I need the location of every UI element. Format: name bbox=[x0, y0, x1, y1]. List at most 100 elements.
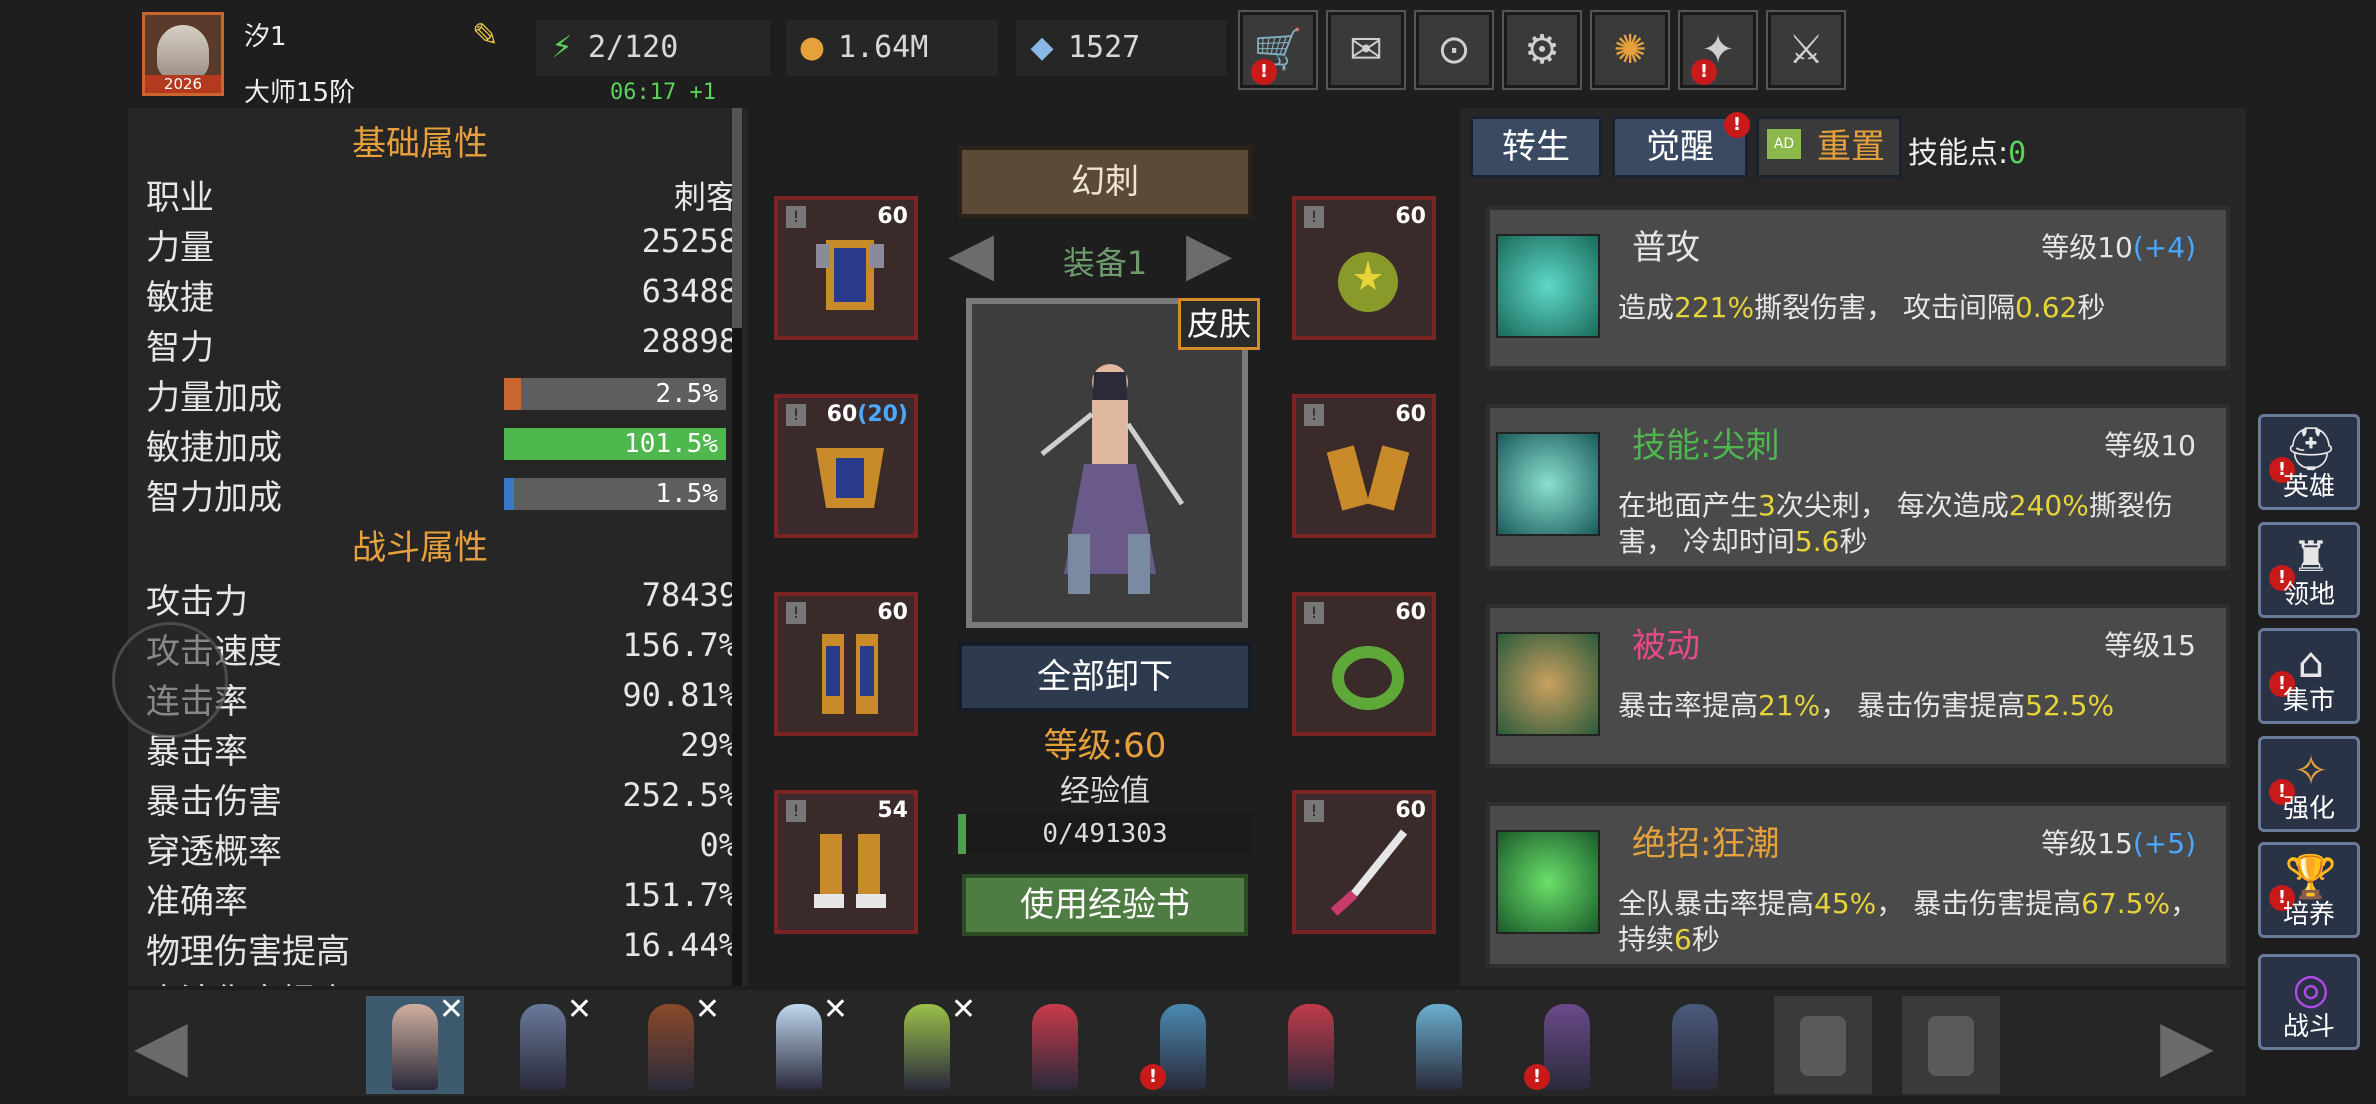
nav-battle[interactable]: ◎ 战斗 bbox=[2258, 954, 2360, 1050]
roster-hero[interactable]: ! bbox=[1134, 996, 1232, 1094]
skill-card-basic-attack[interactable]: 普攻 等级10(+4) 造成221%撕裂伤害， 攻击间隔0.62秒 bbox=[1486, 206, 2230, 370]
reset-skills-button[interactable]: AD 重置 bbox=[1756, 116, 1902, 178]
energy-timer: 06:17 +1 bbox=[610, 80, 716, 105]
bonus-label: 智力加成 bbox=[146, 478, 282, 518]
shop-button[interactable]: 🛒! bbox=[1238, 10, 1318, 90]
nav-cultivate[interactable]: 🏆! 培养 bbox=[2258, 842, 2360, 938]
unequip-all-button[interactable]: 全部卸下 bbox=[958, 642, 1252, 712]
stats-scrollbar[interactable] bbox=[732, 108, 742, 986]
skin-button[interactable]: 皮肤 bbox=[1178, 298, 1260, 350]
hero-sprite bbox=[520, 1004, 566, 1090]
equip-slot-ring[interactable]: ! 60 bbox=[1292, 592, 1436, 736]
equip-slot-legs[interactable]: ! 60 bbox=[774, 592, 918, 736]
ultimate-skill-icon bbox=[1496, 830, 1600, 934]
item-level: 60 bbox=[1395, 798, 1426, 823]
lock-icon: ! bbox=[1304, 206, 1324, 228]
bonus-bar: 1.5% bbox=[504, 478, 726, 510]
edit-name-icon[interactable]: ✎ bbox=[472, 18, 506, 52]
equip-slot-shoulder[interactable]: ! 60(20) bbox=[774, 394, 918, 538]
exp-bar: 0/491303 bbox=[958, 814, 1252, 854]
equip-slot-chest[interactable]: ! 60 bbox=[774, 196, 918, 340]
equip-slot-gloves[interactable]: ! 60 bbox=[1292, 394, 1436, 538]
skill-card-ultimate[interactable]: 绝招:狂潮 等级15(+5) 全队暴击率提高45%， 暴击伤害提高67.5%， … bbox=[1486, 802, 2230, 968]
next-set-arrow[interactable]: ▶ bbox=[1186, 222, 1258, 286]
hero-sprite bbox=[1032, 1004, 1078, 1090]
hero-sprite bbox=[1040, 364, 1185, 594]
nav-territory[interactable]: ♜! 领地 bbox=[2258, 522, 2360, 618]
stat-row: 暴击伤害 252.5% bbox=[146, 774, 738, 822]
stat-label: 力量 bbox=[146, 228, 214, 268]
stat-value: 78439 bbox=[641, 576, 738, 614]
mail-button[interactable]: ✉ bbox=[1326, 10, 1406, 90]
locked-hero-slot[interactable] bbox=[1774, 996, 1872, 1094]
roster-next-arrow[interactable]: ▶ bbox=[2160, 1002, 2240, 1088]
stats-panel[interactable]: 基础属性 职业 刺客 力量 25258 敏捷 63488 智力 28898 力量… bbox=[128, 108, 748, 986]
stat-label: 魔法伤害提高 bbox=[146, 974, 350, 986]
greaves-icon bbox=[822, 634, 878, 714]
tab-rebirth[interactable]: 转生 bbox=[1470, 116, 1602, 178]
stat-value: 25258 bbox=[641, 222, 738, 260]
gift-button[interactable]: ✦! bbox=[1678, 10, 1758, 90]
gamepad-button[interactable]: ⊙ bbox=[1414, 10, 1494, 90]
roster-hero[interactable]: ! bbox=[1518, 996, 1616, 1094]
locked-hero-slot[interactable] bbox=[1902, 996, 2000, 1094]
battle-button[interactable]: ⚔ bbox=[1766, 10, 1846, 90]
diamond-icon[interactable]: ◆ bbox=[1024, 30, 1060, 66]
lock-icon: ! bbox=[786, 206, 806, 228]
color-button[interactable]: ✺ bbox=[1590, 10, 1670, 90]
use-exp-book-button[interactable]: 使用经验书 bbox=[962, 874, 1248, 936]
roster-hero[interactable] bbox=[1006, 996, 1104, 1094]
skill-points: 技能点:0 bbox=[1908, 136, 2027, 171]
scroll-thumb[interactable] bbox=[732, 108, 742, 328]
stat-row-class: 职业 刺客 bbox=[146, 170, 738, 218]
roster-hero[interactable]: ✕ bbox=[750, 992, 848, 1094]
gear-icon: ⚙ bbox=[1524, 27, 1560, 73]
passive-skill-icon bbox=[1496, 632, 1600, 736]
gold-icon[interactable]: ● bbox=[794, 30, 830, 66]
alert-badge: ! bbox=[1140, 1064, 1166, 1090]
roster-hero[interactable]: ✕ bbox=[366, 992, 464, 1094]
energy-icon[interactable]: ⚡ bbox=[544, 30, 580, 66]
roster-prev-arrow[interactable]: ◀ bbox=[134, 1002, 214, 1088]
equip-slot-boots[interactable]: ! 54 bbox=[774, 790, 918, 934]
prev-set-arrow[interactable]: ◀ bbox=[948, 222, 1020, 286]
equipment-set-name: 装备1 bbox=[1062, 244, 1148, 282]
stat-row: 攻击力 78439 bbox=[146, 574, 738, 622]
roster-hero[interactable]: ✕ bbox=[622, 992, 720, 1094]
roster-hero[interactable] bbox=[1262, 996, 1360, 1094]
roster-hero[interactable]: ✕ bbox=[878, 992, 976, 1094]
settings-button[interactable]: ⚙ bbox=[1502, 10, 1582, 90]
dagger-icon bbox=[1330, 829, 1408, 916]
player-avatar[interactable]: 2026 bbox=[142, 12, 224, 96]
floating-assist-button[interactable] bbox=[112, 622, 228, 738]
roster-hero[interactable] bbox=[1646, 996, 1744, 1094]
roster-hero[interactable] bbox=[1390, 996, 1488, 1094]
exp-value: 0/491303 bbox=[1042, 819, 1168, 849]
nav-market[interactable]: ⌂! 集市 bbox=[2258, 628, 2360, 724]
bonus-value: 2.5% bbox=[655, 379, 718, 409]
skill-description: 在地面产生3次尖刺， 每次造成240%撕裂伤害， 冷却时间5.6秒 bbox=[1618, 489, 2173, 558]
lock-icon bbox=[1928, 1016, 1974, 1076]
nav-enhance[interactable]: ✧! 强化 bbox=[2258, 736, 2360, 832]
basic-attack-icon bbox=[1496, 234, 1600, 338]
stat-value: 29% bbox=[680, 726, 738, 764]
roster-hero[interactable]: ✕ bbox=[494, 992, 592, 1094]
item-level: 60 bbox=[1395, 402, 1426, 427]
item-level: 60 bbox=[877, 204, 908, 229]
skill-card-spike[interactable]: 技能:尖刺 等级10 在地面产生3次尖刺， 每次造成240%撕裂伤害， 冷却时间… bbox=[1486, 404, 2230, 570]
equip-slot-amulet[interactable]: ! 60 bbox=[1292, 196, 1436, 340]
skill-name: 普攻 bbox=[1632, 228, 1700, 268]
exp-label: 经验值 bbox=[1060, 774, 1150, 809]
nav-hero[interactable]: ⛑! 英雄 bbox=[2258, 414, 2360, 510]
equip-slot-weapon[interactable]: ! 60 bbox=[1292, 790, 1436, 934]
stat-row: 连击率90.81% bbox=[146, 674, 738, 722]
color-wheel-icon: ✺ bbox=[1613, 27, 1647, 73]
item-level: 60 bbox=[1395, 600, 1426, 625]
stat-row: 智力 28898 bbox=[146, 320, 738, 368]
hero-sprite bbox=[1288, 1004, 1334, 1090]
bonus-label: 力量加成 bbox=[146, 378, 282, 418]
stat-value: 63488 bbox=[641, 272, 738, 310]
skill-card-passive[interactable]: 被动 等级15 暴击率提高21%， 暴击伤害提高52.5% bbox=[1486, 604, 2230, 768]
stat-label: 穿透概率 bbox=[146, 832, 282, 872]
pauldron-icon bbox=[816, 448, 884, 508]
